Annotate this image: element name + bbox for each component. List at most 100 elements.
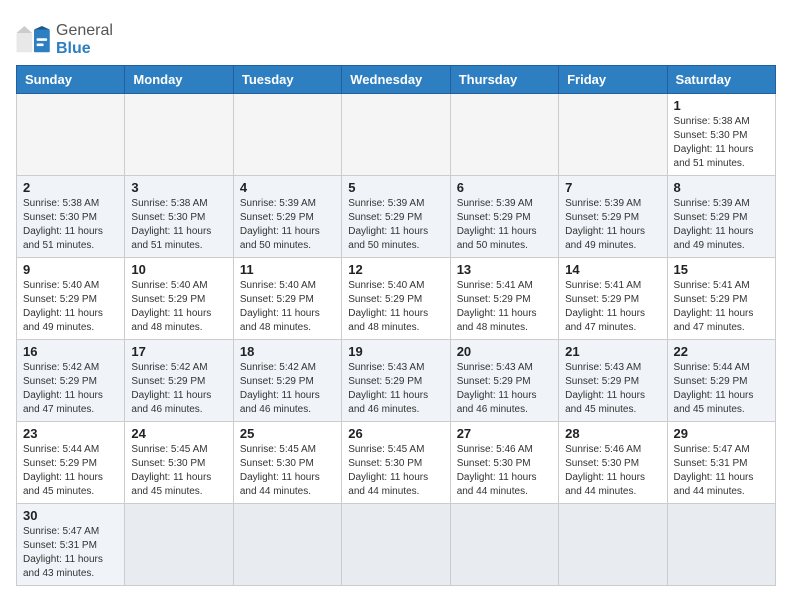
day-number: 4 [240,180,335,195]
calendar-cell [233,504,341,586]
calendar-cell [125,94,233,176]
calendar-cell: 24 Sunrise: 5:45 AM Sunset: 5:30 PM Dayli… [125,422,233,504]
calendar-week-row: 1Sunrise: 5:38 AM Sunset: 5:30 PM Daylig… [17,94,776,176]
day-number: 23 [23,426,118,441]
calendar-table: SundayMondayTuesdayWednesdayThursdayFrid… [16,65,776,586]
calendar-cell: 22Sunrise: 5:44 AM Sunset: 5:29 PM Dayli… [667,340,775,422]
day-info: Sunrise: 5:43 AM Sunset: 5:29 PM Dayligh… [457,361,552,417]
calendar-cell: 13 Sunrise: 5:41 AM Sunset: 5:29 PM Dayli… [450,258,558,340]
day-info: Sunrise: 5:39 AM Sunset: 5:29 PM Dayligh… [457,197,552,253]
calendar-cell: 11Sunrise: 5:40 AM Sunset: 5:29 PM Dayli… [233,258,341,340]
calendar-cell: 6 Sunrise: 5:39 AM Sunset: 5:29 PM Daylig… [450,176,558,258]
calendar-cell [450,94,558,176]
day-info: Sunrise: 5:39 AM Sunset: 5:29 PM Dayligh… [240,197,335,253]
calendar-cell: 25Sunrise: 5:45 AM Sunset: 5:30 PM Dayli… [233,422,341,504]
day-number: 13 [457,262,552,277]
day-info: Sunrise: 5:45 AM Sunset: 5:30 PM Dayligh… [240,443,335,499]
calendar-week-row: 30 Sunrise: 5:47 AM Sunset: 5:31 PM Dayli… [17,504,776,586]
calendar-cell: 16Sunrise: 5:42 AM Sunset: 5:29 PM Dayli… [17,340,125,422]
calendar-cell [450,504,558,586]
day-number: 27 [457,426,552,441]
day-info: Sunrise: 5:43 AM Sunset: 5:29 PM Dayligh… [348,361,443,417]
calendar-week-row: 23 Sunrise: 5:44 AM Sunset: 5:29 PM Dayli… [17,422,776,504]
col-header-saturday: Saturday [667,66,775,94]
day-info: Sunrise: 5:40 AM Sunset: 5:29 PM Dayligh… [131,279,226,335]
day-number: 20 [457,344,552,359]
day-info: Sunrise: 5:44 AM Sunset: 5:29 PM Dayligh… [23,443,118,499]
calendar-cell: 27 Sunrise: 5:46 AM Sunset: 5:30 PM Dayli… [450,422,558,504]
day-number: 15 [674,262,769,277]
day-number: 1 [674,98,769,113]
col-header-tuesday: Tuesday [233,66,341,94]
day-number: 18 [240,344,335,359]
calendar-cell [559,504,667,586]
calendar-cell [667,504,775,586]
calendar-cell [342,94,450,176]
calendar-cell: 29Sunrise: 5:47 AM Sunset: 5:31 PM Dayli… [667,422,775,504]
day-info: Sunrise: 5:39 AM Sunset: 5:29 PM Dayligh… [348,197,443,253]
calendar-cell: 3 Sunrise: 5:38 AM Sunset: 5:30 PM Daylig… [125,176,233,258]
day-number: 12 [348,262,443,277]
col-header-sunday: Sunday [17,66,125,94]
day-info: Sunrise: 5:46 AM Sunset: 5:30 PM Dayligh… [565,443,660,499]
col-header-monday: Monday [125,66,233,94]
day-info: Sunrise: 5:39 AM Sunset: 5:29 PM Dayligh… [565,197,660,253]
day-info: Sunrise: 5:42 AM Sunset: 5:29 PM Dayligh… [23,361,118,417]
day-number: 21 [565,344,660,359]
calendar-week-row: 16Sunrise: 5:42 AM Sunset: 5:29 PM Dayli… [17,340,776,422]
calendar-cell [233,94,341,176]
calendar-cell: 10 Sunrise: 5:40 AM Sunset: 5:29 PM Dayli… [125,258,233,340]
calendar-header-row: SundayMondayTuesdayWednesdayThursdayFrid… [17,66,776,94]
day-info: Sunrise: 5:43 AM Sunset: 5:29 PM Dayligh… [565,361,660,417]
calendar-cell: 1Sunrise: 5:38 AM Sunset: 5:30 PM Daylig… [667,94,775,176]
col-header-friday: Friday [559,66,667,94]
day-info: Sunrise: 5:40 AM Sunset: 5:29 PM Dayligh… [348,279,443,335]
calendar-cell: 4 Sunrise: 5:39 AM Sunset: 5:29 PM Daylig… [233,176,341,258]
day-number: 6 [457,180,552,195]
calendar-cell [17,94,125,176]
day-number: 8 [674,180,769,195]
day-number: 24 [131,426,226,441]
day-number: 17 [131,344,226,359]
col-header-thursday: Thursday [450,66,558,94]
logo-text: General Blue [56,22,113,57]
calendar-cell: 28Sunrise: 5:46 AM Sunset: 5:30 PM Dayli… [559,422,667,504]
calendar-cell: 30 Sunrise: 5:47 AM Sunset: 5:31 PM Dayli… [17,504,125,586]
calendar-cell: 12 Sunrise: 5:40 AM Sunset: 5:29 PM Dayli… [342,258,450,340]
day-info: Sunrise: 5:45 AM Sunset: 5:30 PM Dayligh… [131,443,226,499]
calendar-cell: 2 Sunrise: 5:38 AM Sunset: 5:30 PM Daylig… [17,176,125,258]
day-info: Sunrise: 5:47 AM Sunset: 5:31 PM Dayligh… [23,525,118,581]
calendar-cell [125,504,233,586]
day-number: 3 [131,180,226,195]
day-info: Sunrise: 5:45 AM Sunset: 5:30 PM Dayligh… [348,443,443,499]
day-info: Sunrise: 5:38 AM Sunset: 5:30 PM Dayligh… [23,197,118,253]
day-info: Sunrise: 5:44 AM Sunset: 5:29 PM Dayligh… [674,361,769,417]
calendar-week-row: 2 Sunrise: 5:38 AM Sunset: 5:30 PM Daylig… [17,176,776,258]
calendar-cell: 14Sunrise: 5:41 AM Sunset: 5:29 PM Dayli… [559,258,667,340]
calendar-cell [342,504,450,586]
calendar-cell: 21 Sunrise: 5:43 AM Sunset: 5:29 PM Dayli… [559,340,667,422]
day-number: 9 [23,262,118,277]
calendar-cell: 26 Sunrise: 5:45 AM Sunset: 5:30 PM Dayli… [342,422,450,504]
day-info: Sunrise: 5:46 AM Sunset: 5:30 PM Dayligh… [457,443,552,499]
day-number: 26 [348,426,443,441]
day-number: 11 [240,262,335,277]
logo: General Blue [16,22,113,57]
logo-icon [16,26,52,54]
calendar-cell: 20 Sunrise: 5:43 AM Sunset: 5:29 PM Dayli… [450,340,558,422]
day-info: Sunrise: 5:47 AM Sunset: 5:31 PM Dayligh… [674,443,769,499]
day-info: Sunrise: 5:41 AM Sunset: 5:29 PM Dayligh… [457,279,552,335]
calendar-cell: 9Sunrise: 5:40 AM Sunset: 5:29 PM Daylig… [17,258,125,340]
day-number: 30 [23,508,118,523]
calendar-cell: 8Sunrise: 5:39 AM Sunset: 5:29 PM Daylig… [667,176,775,258]
day-number: 10 [131,262,226,277]
day-number: 2 [23,180,118,195]
calendar-cell: 23 Sunrise: 5:44 AM Sunset: 5:29 PM Dayli… [17,422,125,504]
day-info: Sunrise: 5:42 AM Sunset: 5:29 PM Dayligh… [240,361,335,417]
page-header: General Blue [16,16,776,57]
calendar-cell [559,94,667,176]
col-header-wednesday: Wednesday [342,66,450,94]
calendar-cell: 17Sunrise: 5:42 AM Sunset: 5:29 PM Dayli… [125,340,233,422]
day-info: Sunrise: 5:41 AM Sunset: 5:29 PM Dayligh… [674,279,769,335]
day-info: Sunrise: 5:38 AM Sunset: 5:30 PM Dayligh… [131,197,226,253]
